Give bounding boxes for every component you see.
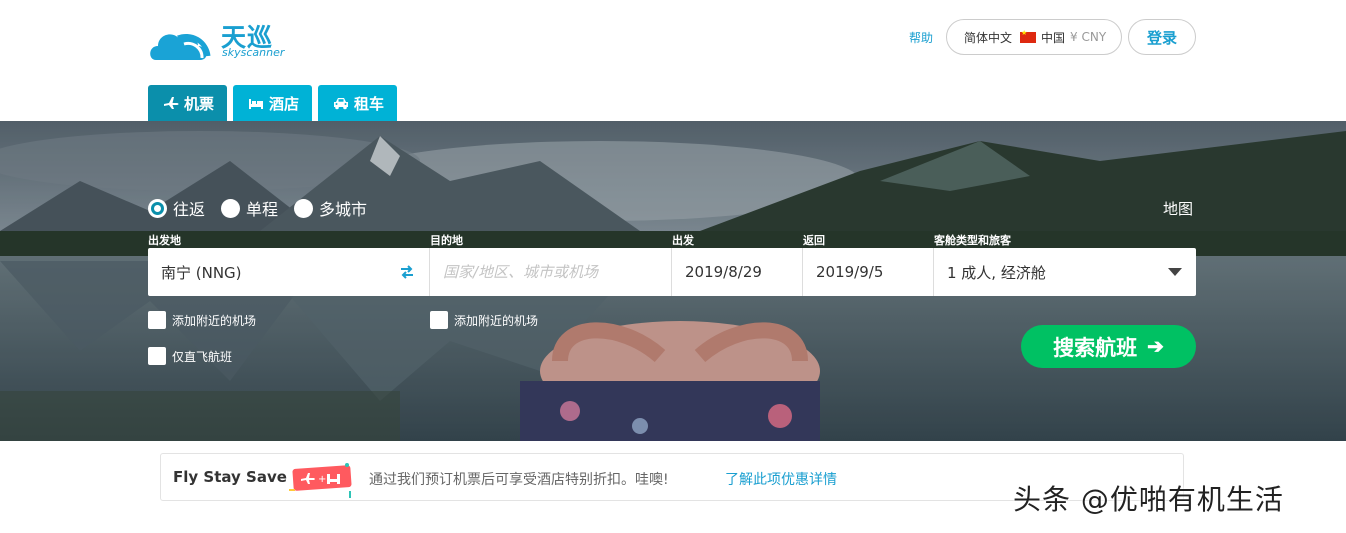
login-button[interactable]: 登录 <box>1128 19 1196 55</box>
nearby-origin-checkbox[interactable] <box>148 311 166 329</box>
nearby-destination-checkbox-row[interactable]: 添加附近的机场 <box>430 311 538 329</box>
plane-icon <box>164 97 179 109</box>
radio-multi-city[interactable] <box>294 198 314 218</box>
direct-only-checkbox-row[interactable]: 仅直飞航班 <box>148 347 232 365</box>
chevron-down-icon <box>1168 268 1182 276</box>
return-label: 返回 <box>803 234 825 247</box>
bed-icon <box>249 99 264 109</box>
tab-hotels[interactable]: 酒店 <box>233 85 313 121</box>
product-tabs: 机票 酒店 租车 <box>148 85 398 121</box>
flight-plus-hotel-badge-icon: + <box>289 463 352 498</box>
radio-one-way[interactable] <box>221 198 241 218</box>
nearby-destination-checkbox[interactable] <box>430 311 448 329</box>
trip-type-selector: 往返 单程 多城市 <box>148 196 367 220</box>
destination-field[interactable] <box>430 248 672 296</box>
search-flights-label: 搜索航班 <box>1053 336 1138 360</box>
nearby-destination-label: 添加附近的机场 <box>454 313 539 328</box>
nearby-origin-checkbox-row[interactable]: 添加附近的机场 <box>148 311 256 329</box>
trip-type-one-way-label: 单程 <box>246 200 279 219</box>
radio-return[interactable] <box>148 198 167 218</box>
svg-text:+: + <box>318 474 326 485</box>
tab-car-hire[interactable]: 租车 <box>318 85 398 121</box>
trip-type-one-way[interactable]: 单程 <box>221 196 278 220</box>
trip-type-multi-city-label: 多城市 <box>319 200 368 219</box>
car-icon <box>334 98 349 110</box>
currency-label: ¥ CNY <box>1070 30 1107 44</box>
trip-type-return[interactable]: 往返 <box>148 196 205 220</box>
promo-details-link[interactable]: 了解此项优惠详情 <box>725 469 837 489</box>
site-header: 天巡 skyscanner 帮助 简体中文 中国 ¥ CNY 登录 <box>0 0 1346 85</box>
tab-hotels-label: 酒店 <box>269 94 300 113</box>
promo-description: 通过我们预订机票后可享受酒店特别折扣。哇噢! <box>369 472 669 488</box>
destination-input[interactable] <box>443 263 643 281</box>
cabin-travellers-field[interactable]: 1 成人, 经济舱 <box>934 248 1196 296</box>
map-link[interactable]: 地图 <box>1163 198 1193 219</box>
cabin-travellers-value: 1 成人, 经济舱 <box>947 263 1046 282</box>
direct-only-checkbox[interactable] <box>148 347 166 365</box>
depart-label: 出发 <box>672 234 694 247</box>
swap-icon[interactable] <box>399 265 415 279</box>
cabin-travellers-label: 客舱类型和旅客 <box>934 234 1011 247</box>
trip-type-return-label: 往返 <box>173 200 206 219</box>
origin-value: 南宁 (NNG) <box>161 263 242 282</box>
skyscanner-logo[interactable]: 天巡 skyscanner <box>148 16 298 66</box>
tab-flights[interactable]: 机票 <box>148 85 228 121</box>
return-date-field[interactable]: 2019/9/5 <box>803 248 934 296</box>
flight-search-bar: 南宁 (NNG) 2019/8/29 2019/9/5 1 成人, 经济舱 <box>148 248 1196 296</box>
destination-label: 目的地 <box>430 234 463 247</box>
trip-type-multi-city[interactable]: 多城市 <box>294 196 367 220</box>
language-label: 简体中文 <box>964 30 1013 45</box>
country-label: 中国 <box>1041 30 1066 45</box>
promo-title: Fly Stay Save <box>173 468 287 486</box>
help-link[interactable]: 帮助 <box>909 29 933 46</box>
search-flights-button[interactable]: 搜索航班 ➔ <box>1021 325 1196 368</box>
tab-car-hire-label: 租车 <box>354 94 385 113</box>
origin-label: 出发地 <box>148 234 181 247</box>
locale-selector-button[interactable]: 简体中文 中国 ¥ CNY <box>946 19 1122 55</box>
tab-flights-label: 机票 <box>184 94 215 113</box>
hero-search-panel: 往返 单程 多城市 地图 出发地 目的地 出发 返回 客舱类型和旅客 南宁 (N… <box>0 121 1346 441</box>
depart-date-field[interactable]: 2019/8/29 <box>672 248 803 296</box>
origin-field[interactable]: 南宁 (NNG) <box>148 248 430 296</box>
direct-only-label: 仅直飞航班 <box>172 349 233 364</box>
arrow-right-icon: ➔ <box>1147 336 1164 358</box>
return-date-value: 2019/9/5 <box>816 263 884 281</box>
logo-text-en: skyscanner <box>222 46 285 59</box>
watermark-text: 头条 @优啪有机生活 <box>1013 483 1284 516</box>
depart-date-value: 2019/8/29 <box>685 263 762 281</box>
cloud-logo-icon <box>150 33 211 60</box>
china-flag-icon <box>1020 29 1037 43</box>
nearby-origin-label: 添加附近的机场 <box>172 313 257 328</box>
